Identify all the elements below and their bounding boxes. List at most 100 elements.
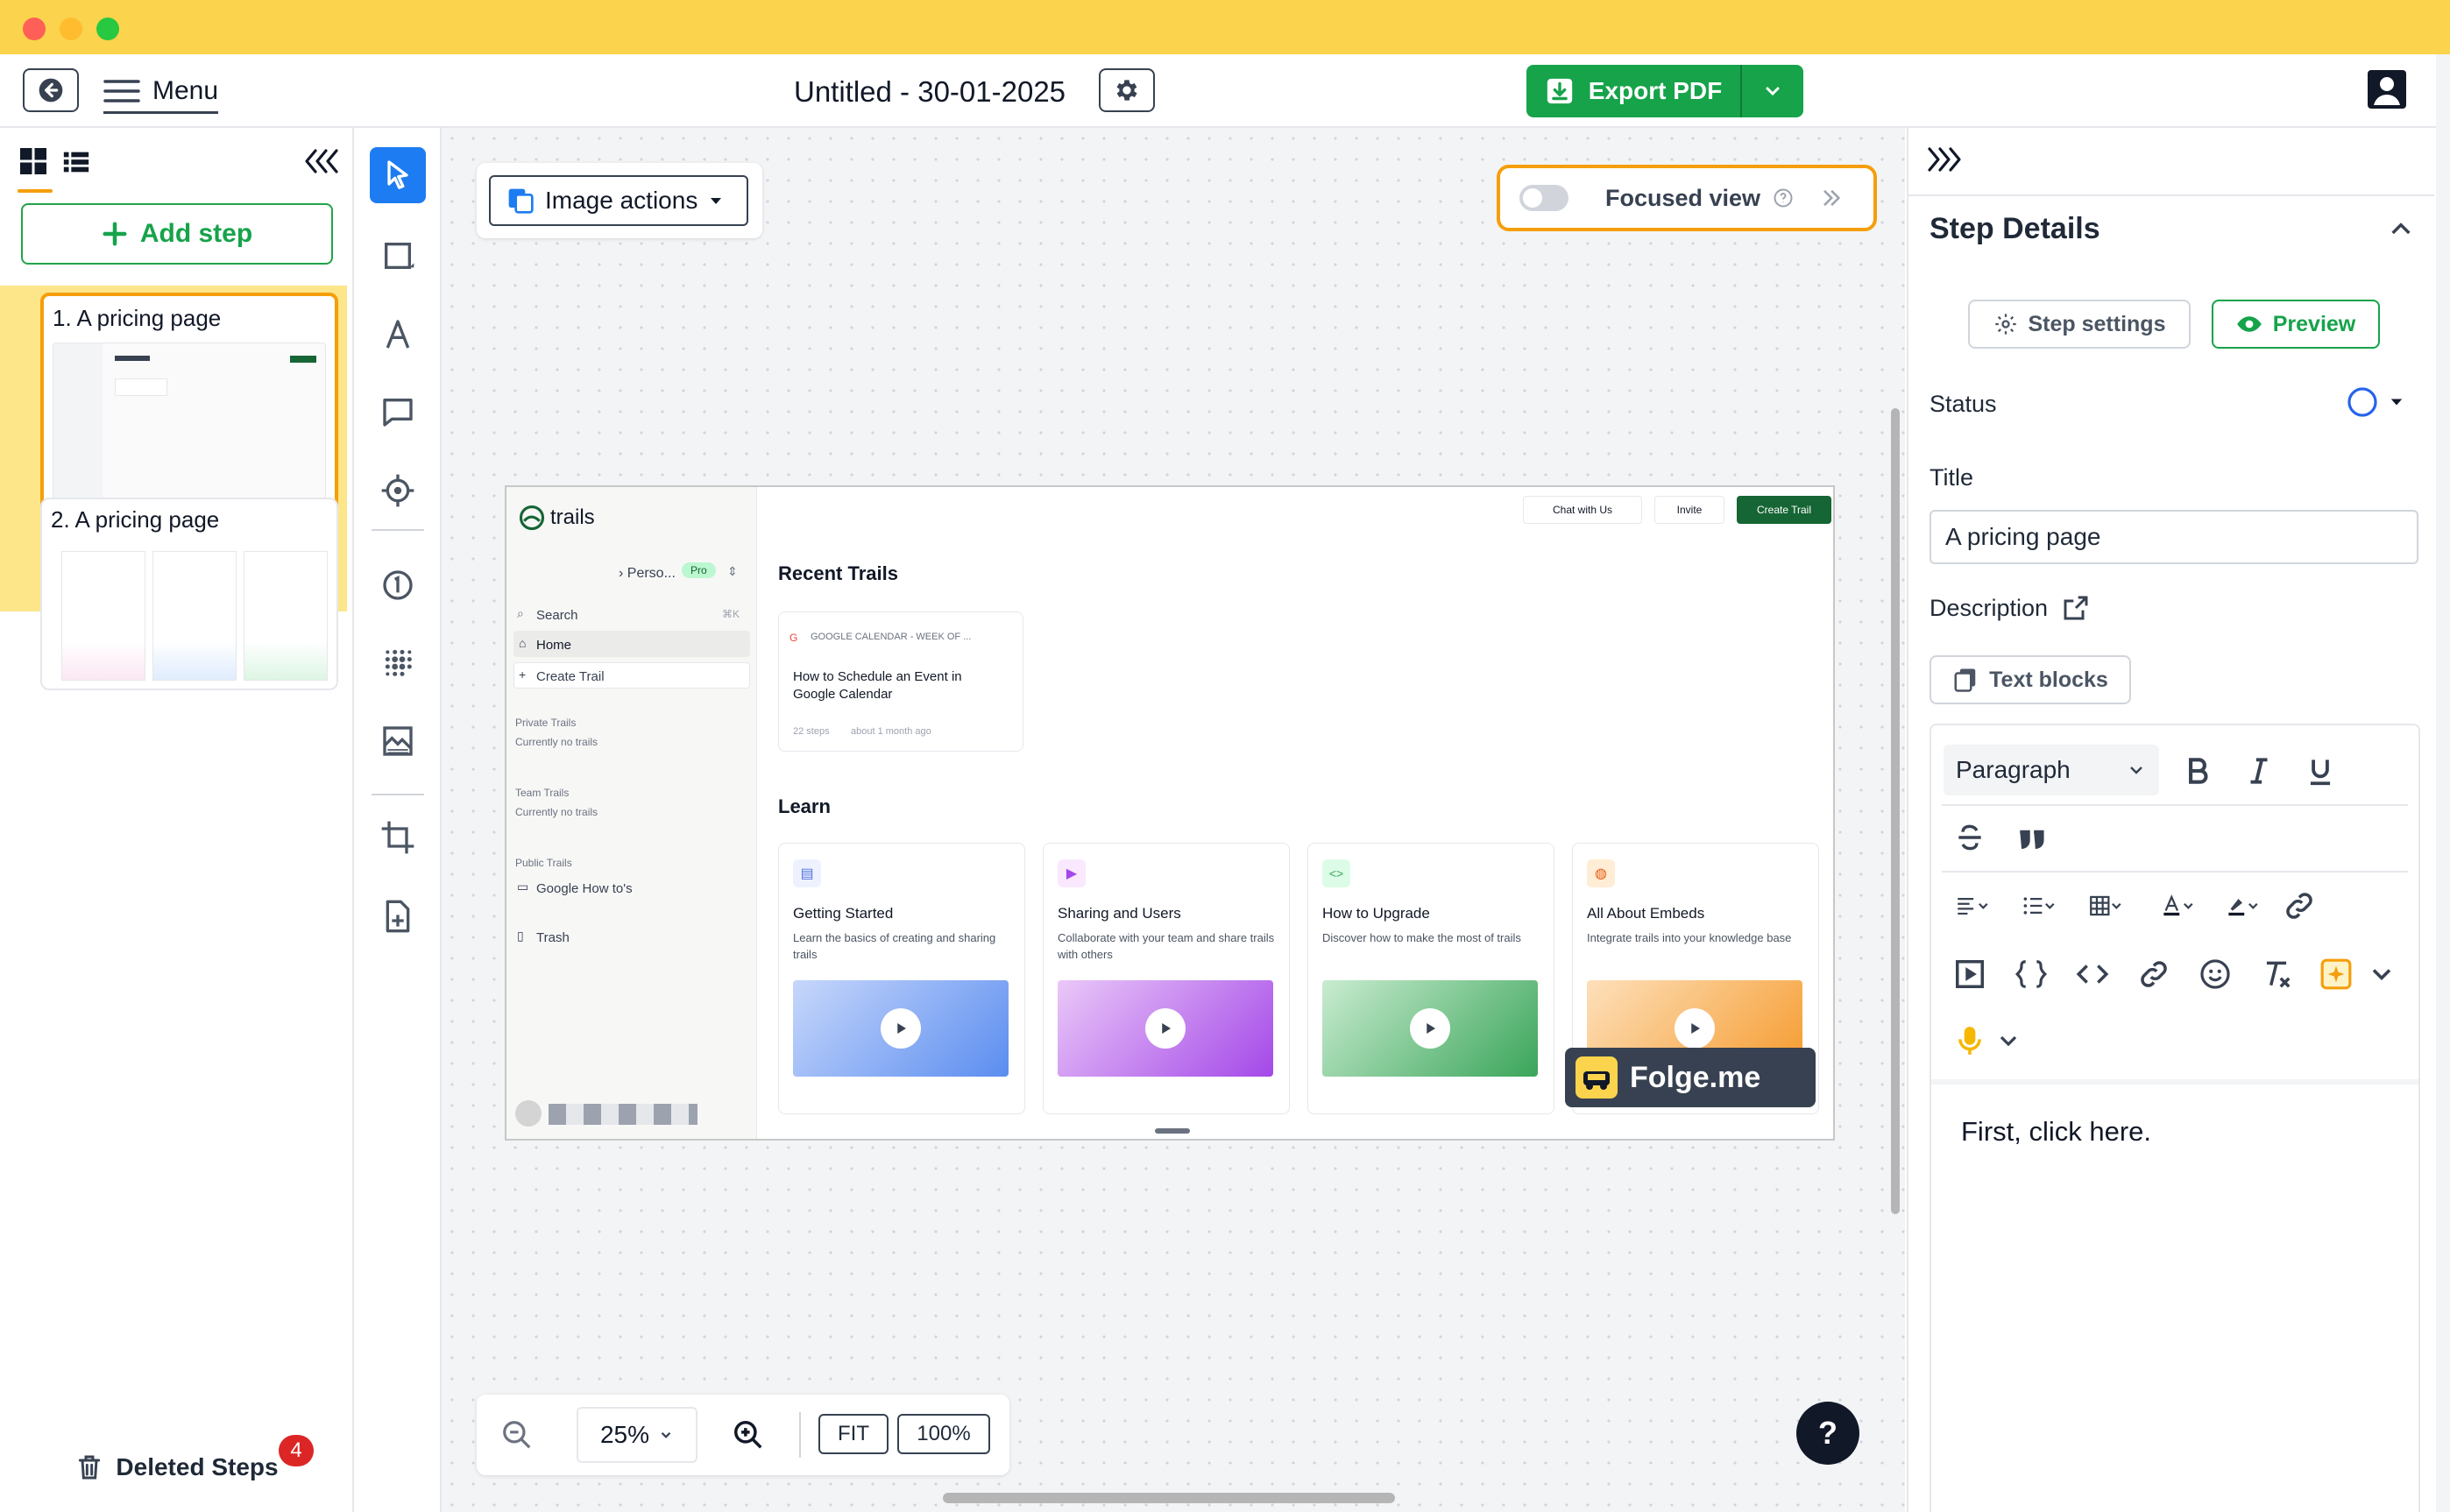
- link-button[interactable]: [2135, 955, 2173, 993]
- dictation-button[interactable]: [1951, 1021, 1989, 1060]
- globe-icon: ◍: [1587, 859, 1615, 887]
- plus-icon: [103, 222, 127, 246]
- list-view-toggle[interactable]: [61, 147, 93, 179]
- number-marker-tool[interactable]: [370, 557, 426, 613]
- status-dropdown[interactable]: [2338, 377, 2411, 427]
- resize-handle[interactable]: [1155, 1128, 1190, 1134]
- grid-icon: [20, 148, 46, 174]
- description-row: Description: [1930, 594, 2090, 622]
- external-link-icon[interactable]: [2062, 594, 2090, 622]
- play-icon: [1410, 1008, 1450, 1049]
- export-group: Export PDF: [1526, 65, 1803, 117]
- table-button[interactable]: [2078, 887, 2133, 925]
- paragraph-label: Paragraph: [1956, 756, 2071, 783]
- document-title[interactable]: Untitled - 30-01-2025: [794, 75, 1066, 109]
- zoom-in-button[interactable]: [727, 1414, 769, 1456]
- close-window-button[interactable]: [23, 18, 46, 40]
- document-settings-button[interactable]: [1099, 68, 1155, 112]
- zoom-out-button[interactable]: [496, 1414, 538, 1456]
- minimize-window-button[interactable]: [60, 18, 82, 40]
- focused-view-label: Focused view: [1605, 184, 1761, 211]
- menu-button[interactable]: Menu: [103, 72, 219, 114]
- chevrons-left-icon: [305, 149, 338, 173]
- step-settings-button[interactable]: Step settings: [1968, 300, 2191, 349]
- focused-view-toggle[interactable]: [1519, 185, 1568, 211]
- invite-button: Invite: [1654, 496, 1724, 524]
- image-copy-icon: [508, 188, 534, 214]
- select-tool[interactable]: [370, 147, 426, 203]
- learn-card-title: Getting Started: [793, 905, 894, 922]
- more-tools-button[interactable]: [2366, 958, 2397, 990]
- add-step-button[interactable]: Add step: [21, 203, 333, 265]
- fit-button[interactable]: FIT: [818, 1414, 889, 1454]
- title-input[interactable]: [1930, 510, 2418, 564]
- play-icon: [1675, 1008, 1715, 1049]
- chat-with-us-button: Chat with Us: [1523, 496, 1642, 524]
- spotlight-tool[interactable]: [370, 463, 426, 519]
- collapse-sidebar-button[interactable]: [301, 145, 340, 180]
- user-account-button[interactable]: [2366, 68, 2408, 110]
- home-item: Home: [536, 638, 572, 653]
- window-scrollbar[interactable]: [2436, 54, 2450, 1512]
- sparkle-icon: [2320, 958, 2352, 990]
- learn-card-desc: Learn the basics of creating and sharing…: [793, 931, 996, 961]
- align-button[interactable]: [1945, 887, 2000, 925]
- grid-view-toggle[interactable]: [18, 145, 53, 193]
- status-label: Status: [1930, 391, 1997, 417]
- back-button[interactable]: [23, 68, 79, 112]
- image-actions-dropdown[interactable]: Image actions: [489, 175, 748, 226]
- collapse-panel-button[interactable]: [1926, 144, 1965, 175]
- deleted-steps-button[interactable]: Deleted Steps 4: [21, 1435, 333, 1496]
- chevron-up-icon[interactable]: [2387, 215, 2415, 244]
- maximize-window-button[interactable]: [96, 18, 119, 40]
- crop-tool[interactable]: [370, 809, 426, 866]
- step-card-2[interactable]: 2. A pricing page: [40, 498, 338, 690]
- add-file-tool[interactable]: [370, 888, 426, 944]
- trash-item: Trash: [536, 930, 570, 945]
- zoom-select[interactable]: 25%: [577, 1407, 697, 1463]
- code-button[interactable]: [2073, 955, 2112, 993]
- step-screenshot[interactable]: trails › Perso... Pro ⇕ ⌕ Search ⌘K ⌂ Ho…: [505, 485, 1835, 1141]
- blur-tool[interactable]: [370, 634, 426, 690]
- text-color-button[interactable]: [2150, 887, 2205, 925]
- tool-strip: [354, 128, 442, 1512]
- embed-video-button[interactable]: [1951, 955, 1989, 993]
- copy-icon: [1954, 668, 1976, 692]
- help-circle-icon[interactable]: [1773, 187, 1794, 208]
- zoom-value: 25%: [599, 1421, 650, 1448]
- unlink-button[interactable]: [2280, 887, 2319, 925]
- export-pdf-button[interactable]: Export PDF: [1526, 65, 1742, 117]
- emoji-button[interactable]: [2196, 955, 2234, 993]
- step-1-title: 1. A pricing page: [53, 305, 222, 331]
- editor-canvas[interactable]: Image actions Focused view trails › Pers…: [442, 128, 1905, 1512]
- rectangle-tool[interactable]: [370, 228, 426, 284]
- search-icon: ⌕: [517, 606, 524, 620]
- underline-button[interactable]: [2301, 752, 2340, 790]
- export-options-button[interactable]: [1742, 65, 1803, 117]
- steps-sidebar: Add step 1. A pricing page 2. A pricing …: [0, 128, 354, 1512]
- variable-button[interactable]: [2012, 955, 2050, 993]
- list-button[interactable]: [2012, 887, 2066, 925]
- deleted-steps-label: Deleted Steps: [116, 1453, 279, 1480]
- canvas-vertical-scrollbar[interactable]: [1891, 408, 1900, 1214]
- text-tool[interactable]: [370, 307, 426, 363]
- help-button[interactable]: ?: [1796, 1402, 1859, 1465]
- callout-tool[interactable]: [370, 384, 426, 440]
- italic-button[interactable]: [2240, 752, 2278, 790]
- editor-content[interactable]: First, click here.: [1961, 1116, 2151, 1148]
- strikethrough-button[interactable]: [1951, 818, 1989, 857]
- image-tool[interactable]: [370, 713, 426, 769]
- preview-button[interactable]: Preview: [2212, 300, 2380, 349]
- blockquote-button[interactable]: [2012, 818, 2050, 857]
- zoom-100-button[interactable]: 100%: [897, 1414, 990, 1454]
- highlight-button[interactable]: [2215, 887, 2269, 925]
- bold-button[interactable]: [2178, 752, 2217, 790]
- dictation-options-button[interactable]: [1994, 1027, 2022, 1055]
- ai-assist-button[interactable]: [2317, 955, 2355, 993]
- chevrons-right-icon[interactable]: [1818, 186, 1843, 210]
- learn-card-video: [1058, 980, 1273, 1077]
- paragraph-style-select[interactable]: Paragraph: [1944, 745, 2159, 795]
- clear-format-button[interactable]: [2257, 955, 2296, 993]
- text-blocks-button[interactable]: Text blocks: [1930, 655, 2131, 704]
- canvas-horizontal-scrollbar[interactable]: [943, 1493, 1395, 1503]
